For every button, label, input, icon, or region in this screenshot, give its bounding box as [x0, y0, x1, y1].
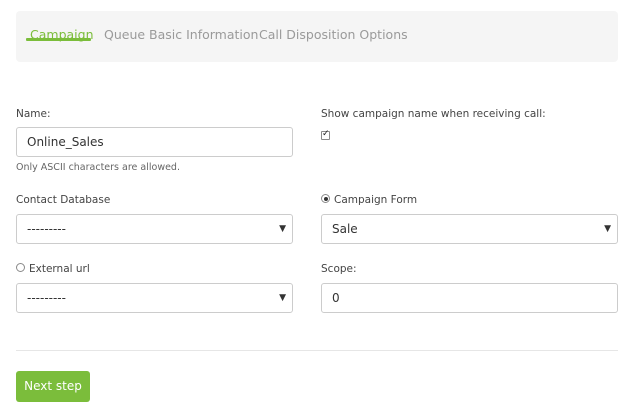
form-divider	[16, 350, 618, 351]
external-url-radio[interactable]	[16, 263, 25, 272]
campaign-form-selected-value: Sale	[332, 222, 358, 236]
name-input-value: Online_Sales	[27, 135, 104, 149]
scope-label: Scope:	[321, 263, 357, 275]
active-tab-indicator	[26, 38, 91, 41]
caret-down-icon: ▼	[279, 293, 286, 303]
tabs-bar: Campaign Queue Basic Information Call Di…	[16, 11, 618, 62]
external-url-select[interactable]: --------- ▼	[16, 283, 293, 313]
external-url-selected-value: ---------	[27, 291, 66, 305]
show-campaign-name-checkbox[interactable]: ✓	[321, 129, 330, 140]
caret-down-icon: ▼	[279, 224, 286, 234]
tab-call-disposition-options[interactable]: Call Disposition Options	[259, 27, 408, 42]
checkbox-checked-icon: ✓	[322, 129, 330, 139]
scope-input[interactable]: 0	[321, 283, 618, 313]
show-campaign-name-label: Show campaign name when receiving call:	[321, 108, 546, 120]
scope-input-value: 0	[332, 291, 340, 305]
name-label: Name:	[16, 108, 51, 120]
contact-database-selected-value: ---------	[27, 222, 66, 236]
caret-down-icon: ▼	[604, 224, 611, 234]
campaign-form-select[interactable]: Sale ▼	[321, 214, 618, 244]
campaign-form-radio[interactable]	[321, 194, 330, 203]
contact-database-select[interactable]: --------- ▼	[16, 214, 293, 244]
contact-database-label: Contact Database	[16, 194, 111, 206]
name-help-text: Only ASCII characters are allowed.	[16, 162, 180, 173]
radio-selected-icon	[323, 196, 328, 201]
campaign-form-label: Campaign Form	[334, 194, 418, 206]
next-step-button[interactable]: Next step	[16, 371, 90, 402]
tab-queue-basic-information[interactable]: Queue Basic Information	[104, 27, 258, 42]
name-input[interactable]: Online_Sales	[16, 127, 293, 157]
external-url-label: External url	[29, 263, 90, 275]
